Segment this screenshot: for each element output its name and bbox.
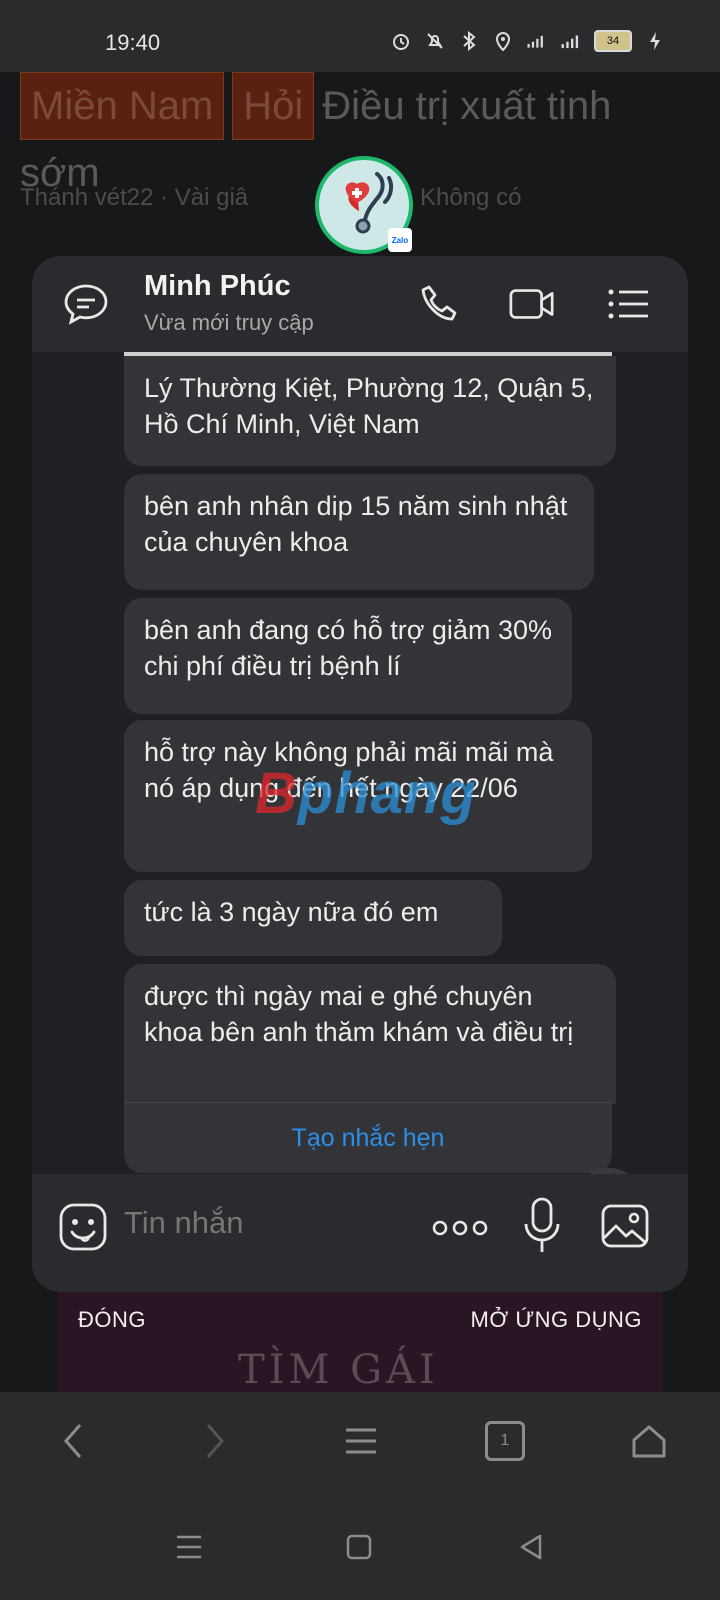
article-tag: Miền Nam [20, 72, 225, 140]
back-nav-icon[interactable] [506, 1522, 556, 1572]
status-time: 19:40 [105, 30, 161, 55]
zalo-badge: Zalo [388, 228, 412, 252]
system-nav-bar [0, 1492, 720, 1600]
alarm-icon [390, 30, 412, 52]
background-image-caption: TÌM GÁI [238, 1347, 439, 1393]
signal-icon [560, 30, 582, 52]
message-bubble[interactable]: được thì ngày mai e ghé chuyên khoa bên … [124, 964, 616, 1104]
message-composer [32, 1174, 688, 1292]
menu-icon[interactable] [336, 1416, 386, 1466]
article-tags-status: Không có [420, 184, 522, 211]
phone-call-icon[interactable] [416, 280, 464, 328]
bluetooth-icon [458, 30, 480, 52]
status-bar: 19:40 34 [0, 0, 720, 72]
mute-icon [424, 30, 446, 52]
article-tag: Hỏi [232, 72, 315, 140]
create-reminder-button[interactable]: Tạo nhắc hẹn [124, 1102, 612, 1173]
forward-icon[interactable] [190, 1416, 240, 1466]
tabs-button[interactable]: 1 [480, 1416, 530, 1466]
close-button[interactable]: ĐÓNG [72, 1306, 152, 1334]
contact-name: Minh Phúc [144, 270, 291, 302]
menu-list-icon[interactable] [604, 280, 652, 328]
microphone-icon[interactable] [522, 1196, 562, 1256]
home-nav-icon[interactable] [334, 1522, 384, 1572]
message-bubble[interactable]: tức là 3 ngày nữa đó em [124, 880, 502, 956]
emoji-icon[interactable] [58, 1202, 108, 1252]
article-author: Thánh vét22 · Vài giâ [20, 184, 249, 211]
home-icon[interactable] [624, 1416, 674, 1466]
location-icon [492, 30, 514, 52]
message-bubble[interactable]: Lý Thường Kiệt, Phường 12, Quận 5, Hồ Ch… [124, 356, 616, 466]
open-app-button[interactable]: MỞ ỨNG DỤNG [465, 1306, 648, 1334]
chat-header: Minh Phúc Vừa mới truy cập [32, 256, 688, 352]
chat-bubble-icon[interactable] [62, 280, 110, 328]
back-icon[interactable] [48, 1416, 98, 1466]
tab-count: 1 [485, 1421, 525, 1461]
browser-toolbar: 1 [0, 1392, 720, 1492]
video-call-icon[interactable] [508, 280, 556, 328]
watermark-logo: Bphang [255, 761, 477, 826]
recents-icon[interactable] [164, 1522, 214, 1572]
status-icons: 34 [390, 30, 666, 52]
signal-4g-icon [526, 30, 548, 52]
battery-icon: 34 [594, 30, 632, 52]
message-input[interactable] [122, 1204, 426, 1242]
message-bubble[interactable]: bên anh đang có hỗ trợ giảm 30% chi phí … [124, 598, 572, 714]
image-icon[interactable] [600, 1202, 650, 1250]
popup-actions: ĐÓNG MỞ ỨNG DỤNG [0, 1296, 720, 1346]
contact-status: Vừa mới truy cập [144, 310, 314, 335]
more-options-icon[interactable] [432, 1204, 488, 1252]
message-bubble[interactable]: bên anh nhân dip 15 năm sinh nhật của ch… [124, 474, 594, 590]
charging-icon [644, 30, 666, 52]
